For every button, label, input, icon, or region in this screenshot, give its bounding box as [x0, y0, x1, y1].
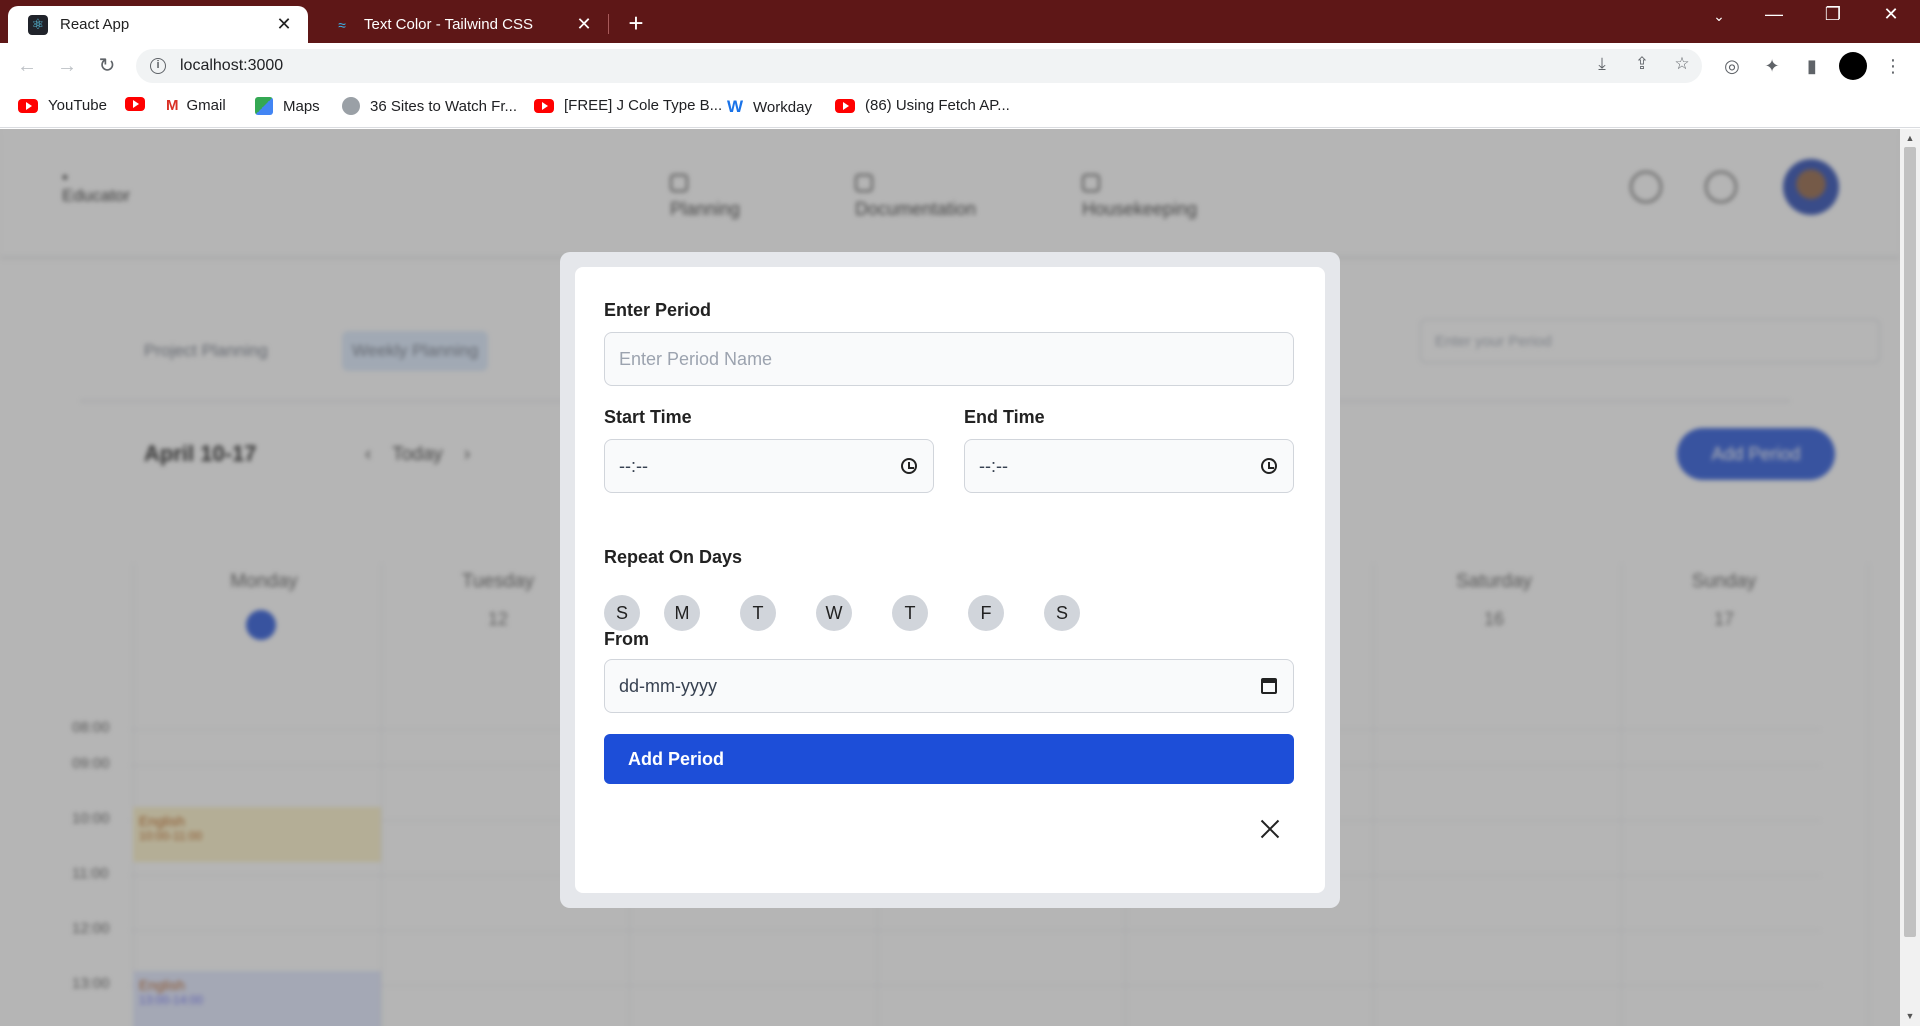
tab-divider: [608, 14, 609, 34]
add-period-submit-button[interactable]: Add Period: [604, 734, 1294, 784]
repeat-days-label: Repeat On Days: [604, 547, 743, 567]
extension-icon[interactable]: ◎: [1718, 52, 1746, 80]
bookmark-maps[interactable]: Maps: [255, 97, 320, 115]
period-name-input[interactable]: Enter Period Name: [604, 332, 1294, 386]
browser-toolbar: ← → ↻ i localhost:3000 ⤓ ⇪ ☆ ◎ ✦ ▮ ⋮: [0, 43, 1920, 88]
bookmark-label: Gmail: [186, 97, 226, 114]
weekday-tuesday-toggle[interactable]: T: [740, 595, 776, 631]
restore-icon[interactable]: ❐: [1813, 4, 1853, 25]
menu-dots-icon[interactable]: ⋮: [1879, 52, 1907, 80]
modal-body: Enter Period Enter Period Name Start Tim…: [575, 267, 1325, 893]
gmail-icon: M: [166, 97, 179, 114]
browser-tab-bar: ⚛ React App ✕ ≈ Text Color - Tailwind CS…: [0, 0, 1920, 43]
from-date-label: From: [604, 629, 649, 649]
bookmark-fetch-api[interactable]: (86) Using Fetch AP...: [835, 97, 1010, 114]
bookmark-label: Maps: [283, 97, 320, 115]
bookmark-star-icon[interactable]: ☆: [1669, 51, 1695, 77]
tab-react-app[interactable]: ⚛ React App ✕: [8, 6, 308, 43]
end-time-input[interactable]: --:--: [964, 439, 1294, 493]
tailwind-icon: ≈: [338, 16, 346, 33]
bookmark-j-cole[interactable]: [FREE] J Cole Type B...: [534, 97, 722, 114]
bookmark-label: (86) Using Fetch AP...: [865, 97, 1010, 114]
add-period-modal: Enter Period Enter Period Name Start Tim…: [560, 252, 1340, 908]
forward-icon[interactable]: →: [53, 52, 81, 80]
window-close-icon[interactable]: ✕: [1871, 4, 1911, 25]
globe-icon: [342, 97, 360, 115]
weekday-wednesday-toggle[interactable]: W: [816, 595, 852, 631]
new-tab-icon[interactable]: +: [622, 8, 650, 39]
start-time-value: --:--: [619, 455, 648, 476]
bookmark-label: 36 Sites to Watch Fr...: [370, 97, 517, 115]
end-time-label: End Time: [964, 407, 1045, 427]
workday-icon: W: [727, 97, 744, 116]
close-modal-icon[interactable]: [1258, 817, 1282, 841]
youtube-icon: [125, 97, 145, 111]
install-icon[interactable]: ⤓: [1589, 51, 1615, 77]
tab-title: React App: [60, 16, 130, 33]
period-label: Enter Period: [604, 300, 712, 320]
bookmark-label: [FREE] J Cole Type B...: [564, 97, 723, 114]
side-panel-icon[interactable]: ▮: [1798, 52, 1826, 80]
minimize-icon[interactable]: —: [1754, 4, 1794, 25]
clock-icon[interactable]: [901, 458, 917, 474]
calendar-icon[interactable]: [1261, 678, 1277, 694]
clock-icon[interactable]: [1261, 458, 1277, 474]
youtube-icon: [835, 98, 855, 113]
weekday-friday-toggle[interactable]: F: [968, 595, 1004, 631]
bookmark-workday[interactable]: W Workday: [727, 97, 812, 117]
back-icon[interactable]: ←: [13, 52, 41, 80]
bookmark-label: YouTube: [48, 97, 107, 114]
maps-icon: [255, 97, 273, 115]
page-scrollbar[interactable]: ▲ ▼: [1900, 129, 1920, 1026]
scroll-down-icon[interactable]: ▼: [1900, 1011, 1920, 1021]
reload-icon[interactable]: ↻: [93, 52, 121, 80]
weekday-saturday-toggle[interactable]: S: [1044, 595, 1080, 631]
weekday-sunday-toggle[interactable]: S: [604, 595, 640, 631]
tab-title: Text Color - Tailwind CSS: [364, 16, 533, 33]
profile-avatar[interactable]: [1839, 52, 1867, 80]
weekday-monday-toggle[interactable]: M: [664, 595, 700, 631]
url-text: localhost:3000: [180, 57, 284, 74]
bookmark-youtube-2[interactable]: [125, 97, 155, 111]
share-icon[interactable]: ⇪: [1629, 51, 1655, 77]
start-time-input[interactable]: --:--: [604, 439, 934, 493]
close-tab-icon[interactable]: ✕: [274, 14, 294, 35]
start-time-label: Start Time: [604, 407, 692, 427]
bookmark-label: Workday: [753, 98, 812, 116]
bookmark-gmail[interactable]: M Gmail: [166, 97, 226, 114]
youtube-icon: [534, 98, 554, 113]
react-icon: ⚛: [28, 14, 48, 35]
site-info-icon[interactable]: i: [150, 58, 166, 74]
from-date-input[interactable]: dd-mm-yyyy: [604, 659, 1294, 713]
tab-tailwind[interactable]: ≈ Text Color - Tailwind CSS ✕: [312, 6, 608, 43]
close-tab-icon[interactable]: ✕: [574, 14, 594, 35]
address-bar[interactable]: i localhost:3000: [136, 49, 1702, 83]
bookmarks-bar: YouTube M Gmail Maps 36 Sites to Watch F…: [0, 88, 1920, 128]
end-time-value: --:--: [979, 455, 1008, 476]
scroll-up-icon[interactable]: ▲: [1900, 133, 1920, 143]
bookmark-youtube[interactable]: YouTube: [18, 97, 107, 114]
scrollbar-thumb[interactable]: [1904, 147, 1916, 937]
weekday-thursday-toggle[interactable]: T: [892, 595, 928, 631]
from-date-value: dd-mm-yyyy: [619, 675, 717, 696]
puzzle-icon[interactable]: ✦: [1758, 52, 1786, 80]
youtube-icon: [18, 98, 38, 113]
tab-search-icon[interactable]: ⌄: [1699, 8, 1739, 25]
bookmark-36-sites[interactable]: 36 Sites to Watch Fr...: [342, 97, 517, 115]
